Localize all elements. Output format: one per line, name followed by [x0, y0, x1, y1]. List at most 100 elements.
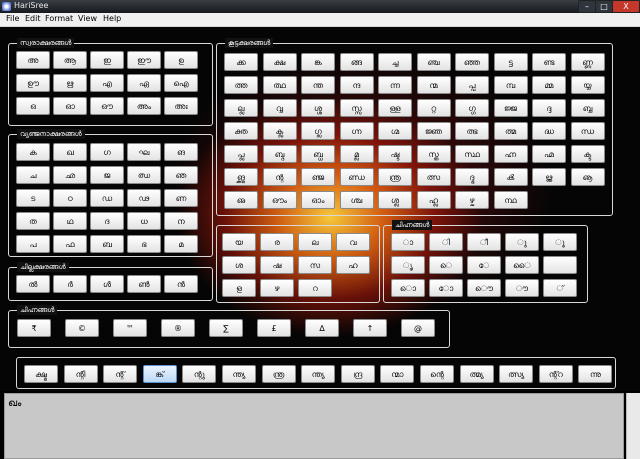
koottu-key[interactable]: ന്ന: [378, 76, 412, 94]
middle-key[interactable]: ള: [222, 279, 256, 297]
koottu-key[interactable]: മ്പ: [493, 76, 528, 94]
vyanjana-key[interactable]: ട: [16, 189, 50, 207]
swara-key[interactable]: അ: [16, 51, 50, 69]
vyanjana-key[interactable]: ജ: [90, 166, 124, 184]
swara-key[interactable]: ഋ: [53, 74, 87, 92]
swara-key[interactable]: അം: [127, 97, 161, 115]
conjunct-key[interactable]: ന്റ്റ: [538, 365, 573, 383]
minimize-button[interactable]: –: [578, 0, 596, 13]
koottu-key[interactable]: ച്ച: [378, 53, 412, 71]
middle-key[interactable]: സ: [298, 256, 332, 274]
chinna-key[interactable]: ൃ: [391, 256, 425, 274]
chinna-key[interactable]: [543, 256, 577, 274]
koottu-key[interactable]: ങ്ങ: [339, 53, 374, 71]
conjunct-key[interactable]: ന്റു: [182, 365, 217, 383]
chillu-key[interactable]: ൾ: [90, 275, 124, 293]
chinna-key[interactable]: ൈ: [505, 256, 539, 274]
vyanjana-key[interactable]: ഖ: [53, 143, 87, 161]
chinna-key[interactable]: ാ: [391, 233, 425, 251]
middle-key[interactable]: റ: [298, 279, 332, 297]
swara-key[interactable]: ഈ: [127, 51, 161, 69]
koottu-key[interactable]: ന്ദ: [339, 76, 374, 94]
menu-format[interactable]: Format: [45, 14, 73, 23]
vyanjana-key[interactable]: ഠ: [53, 189, 87, 207]
middle-key[interactable]: ഹ: [336, 256, 370, 274]
koottu-key[interactable]: ന്ഥ: [493, 191, 528, 209]
koottu-key[interactable]: ഞ്ഞ: [455, 53, 489, 71]
koottu-key[interactable]: ണ്ട: [532, 53, 566, 71]
vyanjana-key[interactable]: ഢ: [127, 189, 161, 207]
chillu-key[interactable]: ൽ: [16, 275, 50, 293]
swara-key[interactable]: ഇ: [90, 51, 124, 69]
koottu-key[interactable]: ഞ്ജ: [301, 168, 335, 186]
vyanjana-key[interactable]: ത: [16, 212, 50, 230]
koottu-key[interactable]: ഗ്ല: [301, 122, 335, 140]
conjunct-key[interactable]: ക്ഷ്മ: [24, 365, 58, 383]
koottu-key[interactable]: ന്ത: [301, 76, 335, 94]
koottu-key[interactable]: ക്ട: [570, 145, 605, 163]
swara-key[interactable]: ഊ: [16, 74, 50, 92]
vyanjana-key[interactable]: ഥ: [53, 212, 87, 230]
chillu-key[interactable]: ൺ: [127, 275, 161, 293]
chihnam-key[interactable]: ®: [161, 319, 195, 337]
chihnam-key[interactable]: ₹: [17, 319, 51, 337]
koottu-key[interactable]: സ്സ: [339, 99, 374, 117]
middle-key[interactable]: ല: [298, 233, 332, 251]
middle-key[interactable]: ശ: [222, 256, 256, 274]
chinna-key[interactable]: ൌ: [467, 279, 501, 297]
koottu-key[interactable]: മ്മ: [532, 76, 566, 94]
swara-key[interactable]: ഏ: [127, 74, 161, 92]
vyanjana-key[interactable]: ണ: [164, 189, 198, 207]
koottu-key[interactable]: ഹ്ന: [493, 145, 528, 163]
koottu-key[interactable]: ഌ: [224, 191, 258, 209]
koottu-key[interactable]: ബ്ദ: [262, 145, 297, 163]
koottu-key[interactable]: ഗ്ന: [339, 122, 374, 140]
conjunct-key[interactable]: ന്ത്യ: [301, 365, 336, 383]
koottu-key[interactable]: ക്ക: [224, 53, 258, 71]
vertical-scrollbar[interactable]: [626, 393, 640, 459]
middle-key[interactable]: ഷ: [260, 256, 294, 274]
koottu-key[interactable]: ണ്ഡ: [339, 168, 374, 186]
koottu-key[interactable]: ത്മ: [493, 122, 528, 140]
menu-view[interactable]: View: [78, 14, 97, 23]
close-button[interactable]: X: [612, 0, 640, 13]
menu-file[interactable]: File: [6, 14, 19, 23]
koottu-key[interactable]: ഔം: [262, 191, 297, 209]
koottu-key[interactable]: വ്വ: [262, 99, 297, 117]
koottu-key[interactable]: ക്ല: [262, 122, 297, 140]
swara-key[interactable]: ആ: [53, 51, 87, 69]
chinna-key[interactable]: ൗ: [505, 279, 539, 297]
swara-key[interactable]: ഉ: [164, 51, 198, 69]
koottu-key[interactable]: പ്ല: [224, 145, 258, 163]
chihnam-key[interactable]: @: [401, 319, 435, 337]
chihnam-key[interactable]: ©: [65, 319, 99, 337]
koottu-key[interactable]: ക്ഷ: [262, 53, 297, 71]
koottu-key[interactable]: ഹ്മ: [532, 145, 566, 163]
chinna-key[interactable]: ോ: [429, 279, 463, 297]
vyanjana-key[interactable]: ഭ: [127, 235, 161, 253]
conjunct-key[interactable]: ന്മാ: [380, 365, 415, 383]
koottu-key[interactable]: ബ്ധ: [301, 145, 335, 163]
swara-key[interactable]: ഔ: [90, 97, 124, 115]
koottu-key[interactable]: ത്ഥ: [262, 76, 297, 94]
koottu-key[interactable]: ദ്ദ: [532, 99, 566, 117]
conjunct-key[interactable]: ങ്ക്: [142, 365, 177, 383]
koottu-key[interactable]: ൠ: [532, 168, 566, 186]
koottu-key[interactable]: മ്ല: [339, 145, 374, 163]
vyanjana-key[interactable]: മ: [164, 235, 198, 253]
koottu-key[interactable]: ന്ത്ര: [378, 168, 412, 186]
koottu-key[interactable]: ബ്ബ: [570, 99, 605, 117]
chinna-key[interactable]: ീ: [467, 233, 501, 251]
koottu-key[interactable]: ൿ: [493, 168, 528, 186]
chinna-key[interactable]: ൂ: [543, 233, 577, 251]
vyanjana-key[interactable]: ച: [16, 166, 50, 184]
chinna-key[interactable]: ്: [543, 279, 577, 297]
koottu-key[interactable]: ഹ്ല: [416, 191, 451, 209]
vyanjana-key[interactable]: ഫ: [53, 235, 87, 253]
vyanjana-key[interactable]: ഗ: [90, 143, 124, 161]
menu-edit[interactable]: Edit: [25, 14, 41, 23]
koottu-key[interactable]: ണ്ണ: [570, 53, 605, 71]
vyanjana-key[interactable]: ങ: [164, 143, 198, 161]
koottu-key[interactable]: ങ്ക: [301, 53, 335, 71]
chinna-key[interactable]: ി: [429, 233, 463, 251]
